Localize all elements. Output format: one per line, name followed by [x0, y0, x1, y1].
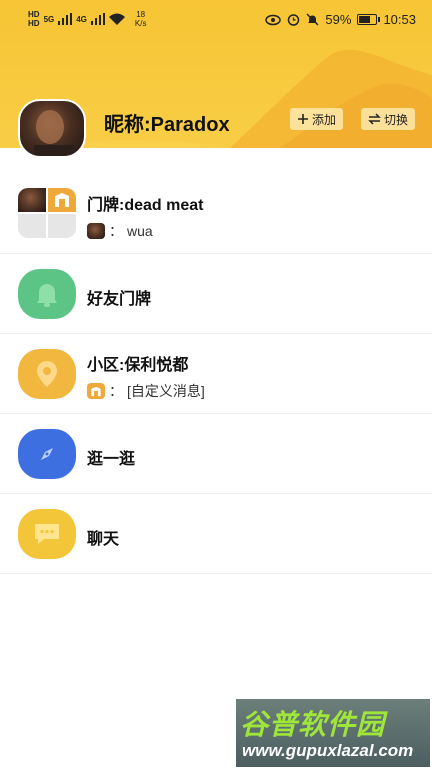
doorplate-logo-icon: [48, 188, 76, 212]
add-button[interactable]: 添加: [290, 108, 344, 130]
watermark: 谷普软件园 www.gupuxlazal.com: [236, 699, 430, 767]
swap-icon: [368, 113, 381, 125]
watermark-title: 谷普软件园: [240, 709, 386, 740]
last-message: wua: [127, 223, 153, 239]
hd-label-2: HD: [28, 19, 40, 28]
status-left: HD HD 5G 4G 18 K/s: [28, 10, 146, 28]
5g-label: 5G: [43, 14, 55, 24]
cell-signal-icon: [58, 13, 73, 25]
4g-label: 4G: [76, 14, 87, 24]
list-item-title: 门牌:dead meat: [87, 197, 204, 214]
signal-group: HD HD: [28, 10, 40, 28]
empty-slot: [18, 214, 46, 238]
status-right: 59% 10:53: [265, 12, 416, 27]
member-photo: [18, 188, 46, 212]
compass-icon: [18, 429, 76, 479]
switch-button[interactable]: 切换: [361, 108, 416, 130]
wifi-icon: [108, 13, 125, 25]
list-item-title: 逛一逛: [87, 451, 136, 468]
bell-icon: [18, 269, 76, 319]
list-item-subtitle: ： wua: [87, 221, 153, 241]
watermark-url: www.gupuxlazal.com: [242, 741, 414, 760]
plus-icon: [298, 114, 308, 124]
network-speed: 18 K/s: [135, 10, 147, 28]
list-item-chat[interactable]: 聊天: [0, 494, 432, 574]
nickname: 昵称:Paradox: [104, 114, 230, 136]
list-item-explore[interactable]: 逛一逛: [0, 414, 432, 494]
list-item-friend-doorplate[interactable]: 好友门牌: [0, 254, 432, 334]
battery-percent: 59%: [325, 12, 352, 27]
location-pin-icon: [18, 349, 76, 399]
add-button-label: 添加: [312, 112, 337, 127]
profile-avatar[interactable]: [18, 99, 86, 158]
speed-unit: K/s: [134, 19, 147, 28]
sender-avatar: [87, 223, 105, 239]
colon: ：: [109, 383, 123, 399]
empty-slot: [48, 214, 76, 238]
hd-label: HD: [28, 10, 40, 19]
mute-bell-icon: [306, 13, 319, 26]
last-message: [自定义消息]: [127, 383, 205, 399]
list-item-community[interactable]: 小区:保利悦都 ： [自定义消息]: [0, 334, 432, 414]
status-bar: HD HD 5G 4G 18 K/s 59% 10:53: [0, 0, 432, 40]
clock: 10:53: [383, 12, 416, 27]
alarm-icon: [288, 14, 300, 26]
list-item-doorplate[interactable]: 门牌:dead meat ： wua: [0, 174, 432, 254]
avatar-photo: [34, 110, 74, 156]
doorplate-logo-icon: [87, 383, 105, 399]
list-item-subtitle: ： [自定义消息]: [87, 381, 205, 401]
battery-icon: [357, 14, 381, 25]
list-item-title: 小区:保利悦都: [87, 357, 189, 374]
list-item-title: 好友门牌: [87, 291, 152, 308]
doorplate-group-avatar: [18, 188, 76, 238]
cell-signal-icon-2: [90, 13, 105, 25]
eye-icon: [265, 14, 282, 25]
switch-button-label: 切换: [384, 112, 409, 127]
chat-bubble-icon: [18, 509, 76, 559]
list-item-title: 聊天: [87, 531, 120, 548]
colon: ：: [109, 223, 123, 239]
speed-value: 18: [136, 10, 146, 19]
